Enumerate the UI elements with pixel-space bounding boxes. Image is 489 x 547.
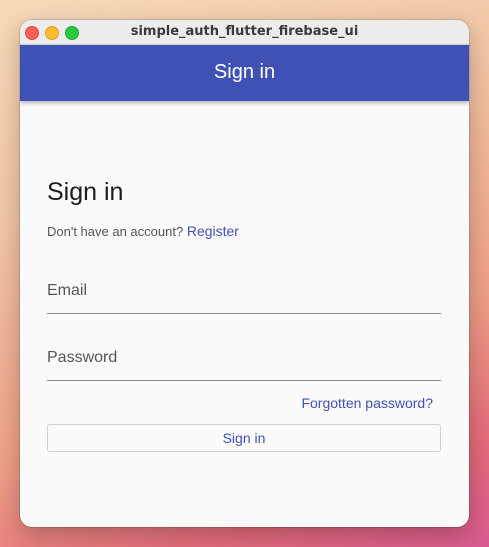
app-bar: Sign in [20,45,469,101]
app-bar-title: Sign in [213,61,276,83]
window-titlebar[interactable]: simple_auth_flutter_firebase_ui [20,20,469,45]
register-link[interactable]: Register [187,223,239,239]
app-window: simple_auth_flutter_firebase_ui Sign in … [20,20,469,527]
email-field[interactable] [47,277,441,305]
password-field-container [47,340,441,381]
register-prompt-row: Don't have an account? Register [47,223,239,239]
window-title: simple_auth_flutter_firebase_ui [130,24,359,39]
email-field-container [47,273,441,314]
sign-in-button[interactable]: Sign in [47,424,441,452]
page-heading: Sign in [47,178,124,206]
register-prompt-text: Don't have an account? [47,224,184,239]
forgot-password-link[interactable]: Forgotten password? [301,395,433,411]
password-field[interactable] [47,344,441,372]
